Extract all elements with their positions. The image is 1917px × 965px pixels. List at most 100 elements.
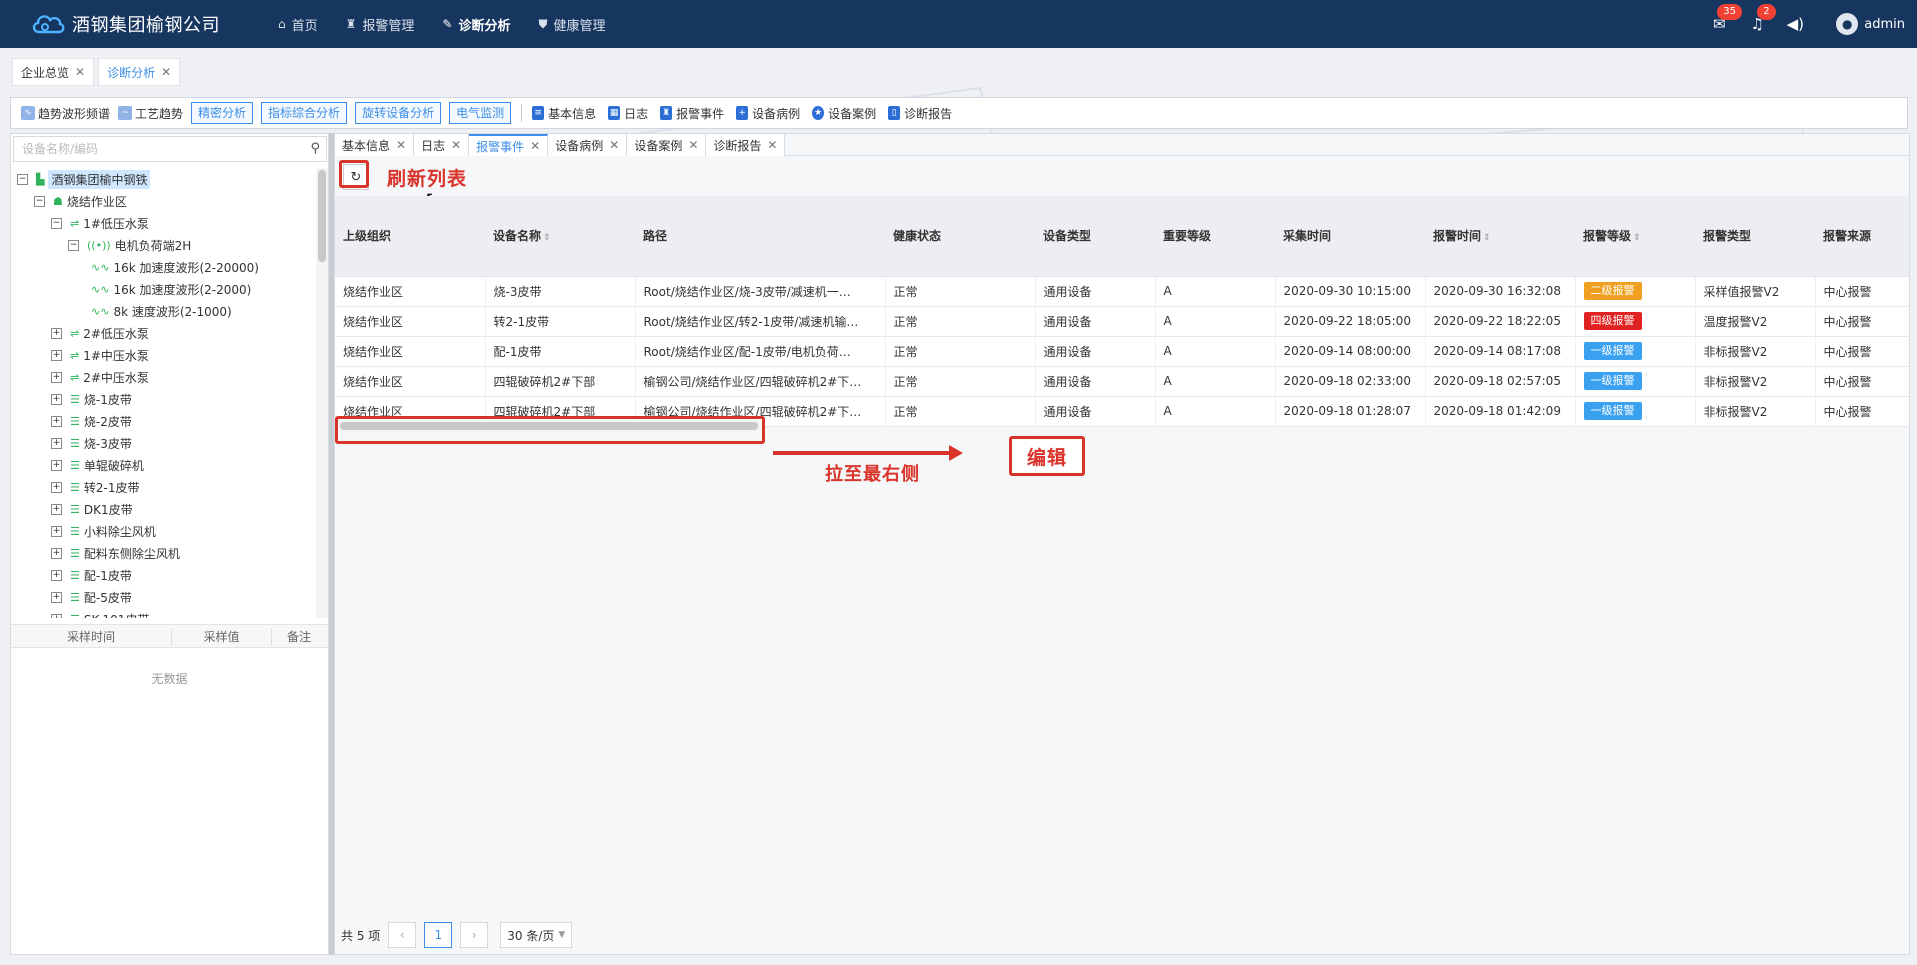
toolbar-medical-case[interactable]: + 设备病例 bbox=[736, 105, 800, 122]
table-row[interactable]: 烧结作业区 转2-1皮带 Root/烧结作业区/转2-1皮带/减速机输… 正常 通用设备… bbox=[335, 306, 1909, 337]
tree-node[interactable]: + ☰ 转2-1皮带 bbox=[11, 476, 319, 498]
index-analysis-button[interactable]: 指标综合分析 bbox=[261, 102, 348, 124]
expand-icon[interactable]: + bbox=[51, 613, 62, 618]
messages-button[interactable]: ✉ 35 bbox=[1700, 0, 1742, 48]
expand-icon[interactable]: + bbox=[51, 569, 62, 581]
tree-node[interactable]: ∿∿ 16k 加速度波形(2-2000) bbox=[11, 278, 319, 300]
tree-node[interactable]: ∿∿ 16k 加速度波形(2-20000) bbox=[11, 256, 319, 278]
column-header[interactable]: 报警时间 ⇕ bbox=[1425, 196, 1575, 277]
collapse-icon[interactable]: − bbox=[17, 173, 28, 185]
close-icon[interactable]: ✕ bbox=[688, 138, 698, 152]
refresh-highlight bbox=[339, 160, 369, 188]
close-icon[interactable]: ✕ bbox=[609, 138, 619, 152]
expand-icon[interactable]: + bbox=[51, 393, 62, 405]
collapse-icon[interactable]: − bbox=[34, 195, 45, 207]
sound-button[interactable]: ◀) bbox=[1776, 0, 1814, 48]
nav-alarm-management[interactable]: ♜ 报警管理 bbox=[332, 0, 429, 48]
collapse-icon[interactable]: − bbox=[68, 239, 79, 251]
detail-tab[interactable]: 日志 ✕ bbox=[414, 134, 470, 156]
close-icon[interactable]: ✕ bbox=[530, 139, 540, 153]
tree-node[interactable]: + ☰ 小料除尘风机 bbox=[11, 520, 319, 542]
toolbar-process-trend[interactable]: ~ 工艺趋势 bbox=[118, 101, 183, 125]
expand-icon[interactable]: + bbox=[51, 459, 62, 471]
expand-icon[interactable]: + bbox=[51, 415, 62, 427]
cell-health: 正常 bbox=[885, 336, 1036, 367]
tab-diagnosis[interactable]: 诊断分析 ✕ bbox=[98, 58, 181, 86]
tab-enterprise-overview[interactable]: 企业总览 ✕ bbox=[12, 58, 95, 86]
rotating-equipment-button[interactable]: 旋转设备分析 bbox=[355, 102, 442, 124]
tree-node[interactable]: ∿∿ 8k 速度波形(2-1000) bbox=[11, 300, 319, 322]
detail-tab[interactable]: 设备病例 ✕ bbox=[548, 134, 628, 156]
search-icon[interactable]: ⚲ bbox=[310, 141, 320, 156]
sort-icon[interactable]: ⇕ bbox=[543, 233, 551, 243]
nav-home[interactable]: ⌂ 首页 bbox=[264, 0, 332, 48]
column-header-label: 报警等级 bbox=[1583, 229, 1632, 244]
tree-node[interactable]: + ⇌ 2#低压水泵 bbox=[11, 322, 319, 344]
close-icon[interactable]: ✕ bbox=[451, 138, 461, 152]
tree-node[interactable]: − ((•)) 电机负荷端2H bbox=[11, 234, 319, 256]
electrical-monitor-button[interactable]: 电气监测 bbox=[449, 102, 512, 124]
sort-icon[interactable]: ⇕ bbox=[1483, 233, 1491, 243]
toolbar-basic-info[interactable]: ≡ 基本信息 bbox=[532, 105, 596, 122]
close-icon[interactable]: ✕ bbox=[75, 65, 85, 79]
tree-node[interactable]: − ▙ 酒钢集团榆中钢铁 bbox=[11, 168, 319, 190]
nav-diagnosis[interactable]: ✎ 诊断分析 bbox=[428, 0, 524, 48]
tree-node[interactable]: + ☰ 配-5皮带 bbox=[11, 586, 319, 608]
sort-icon[interactable]: ⇕ bbox=[1633, 233, 1641, 243]
toolbar-alarm-events[interactable]: ♜ 报警事件 bbox=[660, 105, 724, 122]
tree-node[interactable]: + ☰ 配料东侧除尘风机 bbox=[11, 542, 319, 564]
tree-node[interactable]: + ☰ 烧-1皮带 bbox=[11, 388, 319, 410]
expand-icon[interactable]: + bbox=[51, 503, 62, 515]
brand[interactable]: 酒钢集团榆钢公司 bbox=[30, 10, 260, 38]
expand-icon[interactable]: + bbox=[51, 525, 62, 537]
close-icon[interactable]: ✕ bbox=[396, 138, 406, 152]
prev-page-button[interactable]: ‹ bbox=[388, 922, 417, 948]
notifications-button[interactable]: ♫ 2 bbox=[1738, 0, 1776, 48]
detail-tab[interactable]: 报警事件 ✕ bbox=[469, 134, 549, 156]
toolbar-equipment-case[interactable]: ★ 设备案例 bbox=[812, 105, 876, 122]
column-header[interactable]: 报警等级 ⇕ bbox=[1575, 196, 1695, 277]
expand-icon[interactable]: + bbox=[51, 547, 62, 559]
annotation-drag: 拉至最右侧 bbox=[825, 464, 920, 485]
tree-node[interactable]: + ☰ DK1皮带 bbox=[11, 498, 319, 520]
tree-node[interactable]: + ☰ 烧-3皮带 bbox=[11, 432, 319, 454]
tree-node[interactable]: + ☰ 配-1皮带 bbox=[11, 564, 319, 586]
collapse-icon[interactable]: − bbox=[51, 217, 62, 229]
tree-node[interactable]: + ☰ 烧-2皮带 bbox=[11, 410, 319, 432]
column-header[interactable]: 设备名称 ⇕ bbox=[485, 196, 635, 277]
close-icon[interactable]: ✕ bbox=[161, 65, 171, 79]
expand-icon[interactable]: + bbox=[51, 437, 62, 449]
tree-node[interactable]: + ⇌ 2#中压水泵 bbox=[11, 366, 319, 388]
expand-icon[interactable]: + bbox=[51, 327, 62, 339]
toolbar-log[interactable]: ▦ 日志 bbox=[608, 105, 648, 122]
page-1-button[interactable]: 1 bbox=[424, 922, 453, 948]
col-sample-time: 采样时间 bbox=[66, 629, 115, 644]
tree-node[interactable]: − ☗ 烧结作业区 bbox=[11, 190, 319, 212]
tree-node[interactable]: − ⇌ 1#低压水泵 bbox=[11, 212, 319, 234]
page-size-select[interactable]: 30 条/页 ▼ bbox=[500, 922, 573, 948]
tree-node[interactable]: + ☰ 单辊破碎机 bbox=[11, 454, 319, 476]
expand-icon[interactable]: + bbox=[51, 371, 62, 383]
close-icon[interactable]: ✕ bbox=[767, 138, 777, 152]
table-row[interactable]: 烧结作业区 烧-3皮带 Root/烧结作业区/烧-3皮带/减速机一… 正常 通用设备 A 2… bbox=[335, 276, 1909, 307]
search-input[interactable] bbox=[14, 137, 294, 161]
detail-tab[interactable]: 设备案例 ✕ bbox=[627, 134, 707, 156]
nav-health[interactable]: ⛊ 健康管理 bbox=[525, 0, 620, 48]
table-row[interactable]: 烧结作业区 四辊破碎机2#下部 榆钢公司/烧结作业区/四辊破碎机2#下… 正常 通用设备… bbox=[335, 366, 1909, 397]
next-page-button[interactable]: › bbox=[460, 922, 489, 948]
tree-node[interactable]: + ☰ SK-101皮带 bbox=[11, 608, 319, 618]
toolbar-diagnosis-report[interactable]: ▯ 诊断报告 bbox=[888, 105, 952, 122]
detail-tab[interactable]: 诊断报告 ✕ bbox=[706, 134, 786, 156]
notifications-badge: 2 bbox=[1757, 4, 1776, 20]
expand-icon[interactable]: + bbox=[51, 591, 62, 603]
avatar[interactable]: ● bbox=[1836, 13, 1859, 35]
detail-tab[interactable]: 基本信息 ✕ bbox=[335, 134, 415, 156]
toolbar-trend-spectrum[interactable]: ∿ 趋势波形频谱 bbox=[21, 101, 110, 125]
tree-node[interactable]: + ⇌ 1#中压水泵 bbox=[11, 344, 319, 366]
table-row[interactable]: 烧结作业区 配-1皮带 Root/烧结作业区/配-1皮带/电机负荷… 正常 通用设备 A 2… bbox=[335, 336, 1909, 367]
tree-scrollbar[interactable] bbox=[318, 170, 326, 262]
expand-icon[interactable]: + bbox=[51, 481, 62, 493]
username[interactable]: admin bbox=[1864, 17, 1905, 32]
expand-icon[interactable]: + bbox=[51, 349, 62, 361]
precision-analysis-button[interactable]: 精密分析 bbox=[191, 102, 254, 124]
